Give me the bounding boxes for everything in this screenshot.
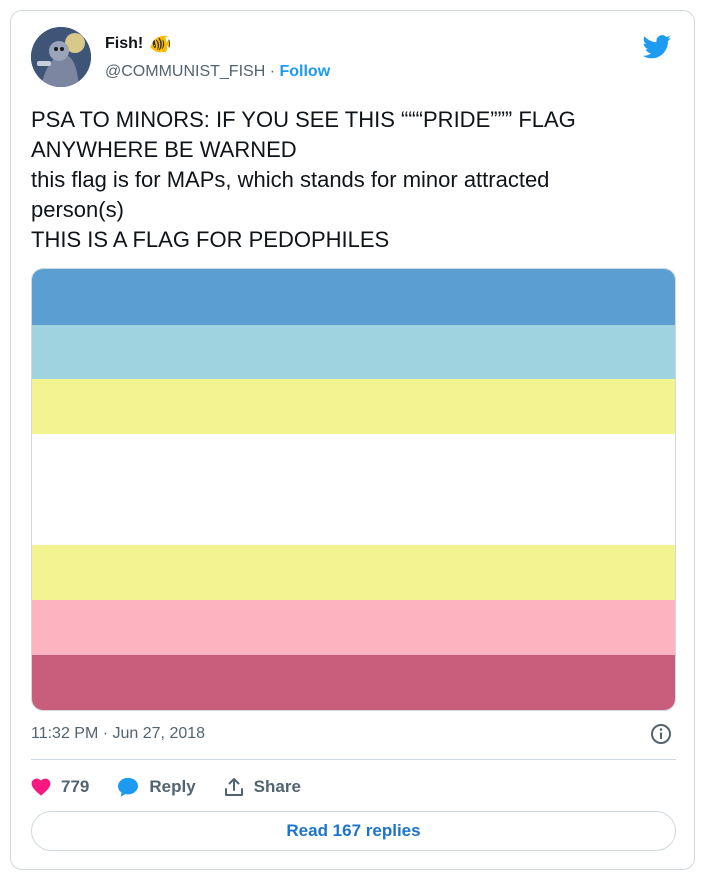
reply-button[interactable]: Reply (117, 777, 196, 797)
author-display-name[interactable]: Fish! (105, 35, 143, 53)
tweet-line: THIS IS A FLAG FOR PEDOPHILES (31, 227, 390, 252)
reply-label: Reply (149, 777, 196, 796)
like-button[interactable]: 779 (31, 777, 89, 797)
follow-link[interactable]: Follow (279, 63, 330, 80)
info-icon[interactable] (650, 723, 672, 745)
tweet-card: Fish! 🐠 @COMMUNIST_FISH · Follow PSA TO … (10, 10, 695, 870)
tweet-line: ANYWHERE BE WARNED (31, 137, 297, 162)
tweet-line: person(s) (31, 197, 124, 222)
twitter-bird-icon[interactable] (642, 35, 672, 59)
flag-image[interactable] (31, 268, 676, 711)
like-count: 779 (61, 777, 90, 796)
author-handle[interactable]: @COMMUNIST_FISH (105, 63, 265, 80)
read-replies-button[interactable]: Read 167 replies (31, 811, 676, 851)
tropical-fish-emoji: 🐠 (149, 34, 172, 54)
share-button[interactable]: Share (224, 777, 301, 797)
flag-stripe (32, 434, 675, 545)
flag-stripe (32, 600, 675, 655)
tweet-line: PSA TO MINORS: IF YOU SEE THIS “““PRIDE”… (31, 107, 576, 132)
heart-icon (31, 778, 51, 796)
separator-dot: · (269, 63, 276, 80)
flag-stripe (32, 545, 675, 600)
action-bar: 779 Reply Share (31, 773, 329, 801)
author-avatar[interactable] (31, 27, 91, 87)
flag-stripe (32, 655, 675, 710)
tweet-line: this flag is for MAPs, which stands for … (31, 167, 550, 192)
share-label: Share (253, 777, 301, 796)
divider (31, 759, 676, 760)
share-icon (224, 778, 243, 796)
flag-stripe (32, 379, 675, 434)
flag-stripe (32, 269, 675, 325)
tweet-timestamp[interactable]: 11:32 PM · Jun 27, 2018 (31, 725, 205, 743)
flag-stripe (32, 325, 675, 379)
tweet-text: PSA TO MINORS: IF YOU SEE THIS “““PRIDE”… (31, 105, 671, 255)
reply-bubble-icon (118, 777, 139, 797)
